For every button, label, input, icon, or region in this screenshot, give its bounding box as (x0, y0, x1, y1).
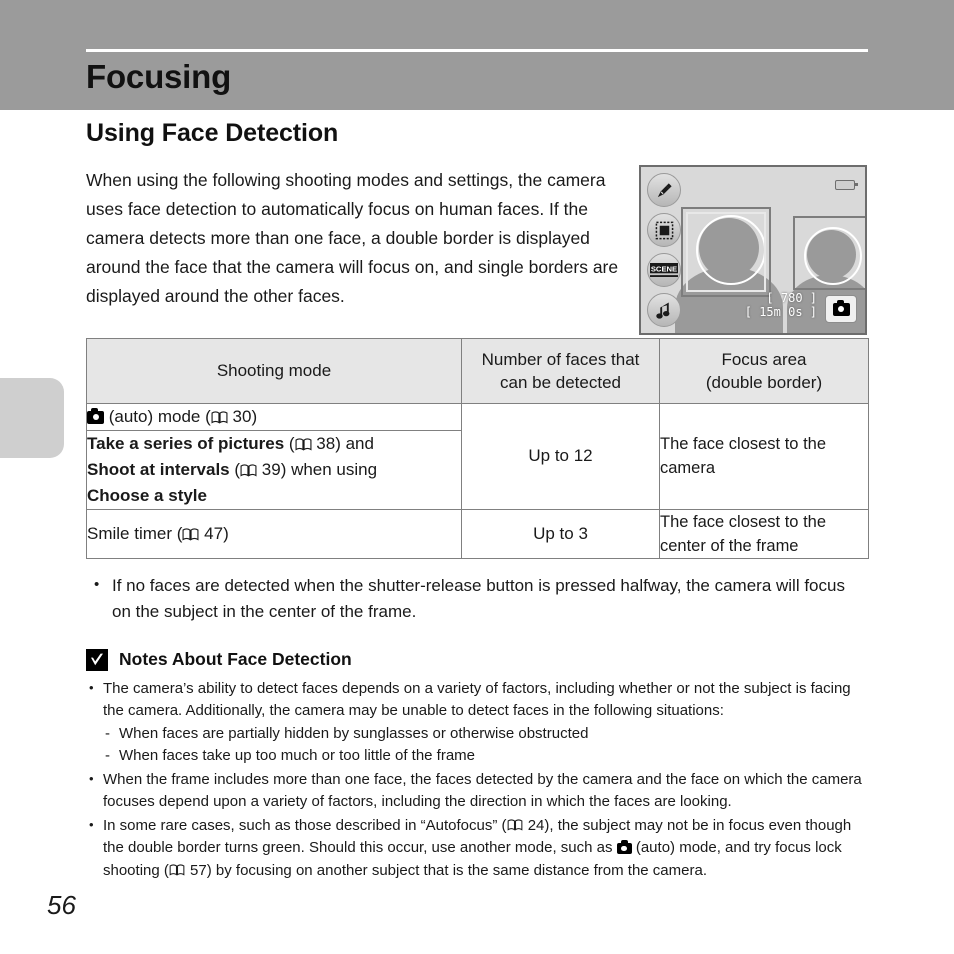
manual-book-icon (507, 818, 524, 832)
manual-book-icon (295, 438, 312, 451)
table-header-face-count: Number of faces that can be detected (461, 337, 660, 404)
manual-book-icon (182, 528, 199, 541)
manual-book-icon (169, 863, 186, 877)
table-header-focus-area: Focus area (double border) (659, 337, 869, 404)
list-item: When faces take up too much or too littl… (103, 745, 868, 768)
table-row: Smile timer ( 47) Up to 3 The face close… (86, 508, 869, 559)
camera-glyph (832, 299, 850, 316)
manual-book-icon (240, 464, 257, 477)
table-header-row: Shooting mode Number of faces that can b… (86, 337, 869, 404)
paint-icon[interactable] (647, 173, 681, 207)
section-heading: Using Face Detection (86, 119, 339, 147)
caution-check-icon (86, 648, 108, 671)
camera-monitor-illustration: SCENE [ 780 ] [ 15m 0s ] (639, 165, 867, 335)
manual-book-icon (211, 411, 228, 424)
list-item: The camera’s ability to detect faces dep… (86, 677, 868, 768)
monitor-icon-column: SCENE (647, 173, 691, 333)
post-table-bullets: If no faces are detected when the shutte… (86, 572, 868, 625)
cell-mode-series-intervals: Take a series of pictures ( 38) and Shoo… (86, 429, 462, 510)
section-tab-marker (0, 378, 64, 458)
music-note-icon[interactable] (647, 293, 681, 327)
chapter-header-band: Focusing (0, 0, 954, 110)
notes-heading: Notes About Face Detection (86, 648, 868, 671)
cell-mode-smile-timer: Smile timer ( 47) (86, 508, 462, 559)
notes-title: Notes About Face Detection (119, 649, 352, 669)
notes-sublist: When faces are partially hidden by sungl… (103, 723, 868, 768)
list-item: When the frame includes more than one fa… (86, 768, 868, 814)
intro-paragraph: When using the following shooting modes … (86, 169, 619, 306)
border-icon[interactable] (647, 213, 681, 247)
monitor-counters: [ 780 ] [ 15m 0s ] (745, 291, 817, 319)
table-row: (auto) mode ( 30) Up to 12 The face clos… (86, 402, 869, 510)
page-content: Using Face Detection When using the foll… (86, 118, 869, 883)
header-rule (86, 49, 868, 52)
table-header-shooting-mode: Shooting mode (86, 337, 462, 404)
cell-focus-center-frame: The face closest to the center of the fr… (659, 508, 869, 559)
page-title: Focusing (86, 58, 232, 95)
camera-shutter-icon[interactable] (825, 295, 857, 323)
camera-icon (87, 407, 104, 424)
face-detection-table: Shooting mode Number of faces that can b… (86, 337, 869, 559)
scene-icon[interactable]: SCENE (647, 253, 681, 287)
cell-mode-auto: (auto) mode ( 30) (86, 402, 462, 431)
camera-icon (616, 839, 632, 854)
time-remaining: [ 15m 0s ] (744, 305, 817, 319)
cell-faces-12: Up to 12 (461, 402, 660, 510)
cell-focus-closest-camera: The face closest to the camera (659, 402, 869, 510)
svg-text:SCENE: SCENE (651, 264, 677, 273)
notes-list: The camera’s ability to detect faces dep… (86, 677, 868, 883)
list-item: In some rare cases, such as those descri… (86, 814, 868, 883)
list-item: If no faces are detected when the shutte… (86, 572, 868, 625)
shots-remaining: [ 780 ] (766, 291, 817, 305)
list-item: When faces are partially hidden by sungl… (103, 723, 868, 746)
battery-icon (835, 180, 858, 190)
page-number: 56 (47, 890, 76, 920)
cell-faces-3: Up to 3 (461, 508, 660, 559)
focus-single-border (793, 216, 865, 290)
